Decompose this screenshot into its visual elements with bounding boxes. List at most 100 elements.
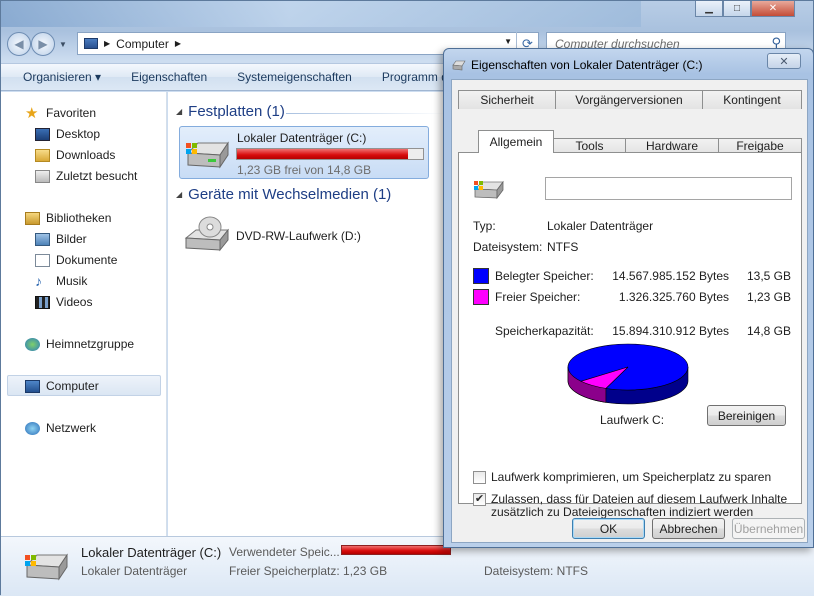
organize-button[interactable]: Organisieren ▾	[13, 70, 111, 84]
tab-tools[interactable]: Tools	[553, 138, 626, 153]
disk-usage-pie-chart	[567, 343, 689, 405]
details-usage-bar	[341, 545, 451, 555]
documents-icon	[35, 253, 50, 267]
forward-button[interactable]: ▶	[31, 32, 55, 56]
sidebar-label: Musik	[56, 274, 88, 288]
sidebar-label: Heimnetzgruppe	[46, 337, 135, 351]
address-dropdown-icon[interactable]: ▼	[504, 37, 512, 46]
apply-button[interactable]: Übernehmen	[732, 518, 805, 539]
cancel-button[interactable]: Abbrechen	[652, 518, 725, 539]
sidebar-item-homegroup[interactable]: Heimnetzgruppe	[25, 335, 134, 353]
close-button[interactable]: ✕	[751, 1, 795, 17]
sidebar-item-music[interactable]: ♪ Musik	[35, 272, 87, 290]
group-header-hard-disks[interactable]: ◢ Festplatten (1)	[176, 103, 285, 120]
window-controls: ▁ □ ✕	[695, 1, 795, 17]
allow-indexing-label-line2[interactable]: zusätzlich zu Dateieigenschaften indizie…	[491, 505, 753, 519]
maximize-button[interactable]: □	[723, 1, 751, 17]
hard-drive-icon	[452, 60, 466, 71]
filesystem-value: NTFS	[547, 240, 579, 254]
capacity-label: Speicherkapazität:	[495, 324, 594, 338]
type-label: Typ:	[473, 219, 496, 233]
properties-button[interactable]: Eigenschaften	[121, 70, 217, 84]
allow-indexing-checkbox[interactable]: ✔	[473, 493, 486, 506]
filesystem-label: Dateisystem:	[473, 240, 543, 254]
tab-quota[interactable]: Kontingent	[702, 90, 802, 109]
recent-places-icon	[35, 169, 50, 183]
sidebar-label: Downloads	[56, 148, 116, 162]
details-drive-name: Lokaler Datenträger (C:)	[81, 545, 222, 560]
drive-name-field[interactable]	[545, 177, 792, 200]
allow-indexing-label[interactable]: Zulassen, dass für Dateien auf diesem La…	[491, 492, 787, 506]
sidebar-item-libraries[interactable]: Bibliotheken	[25, 209, 111, 227]
capacity-gb: 14,8 GB	[746, 324, 791, 338]
group-divider	[286, 113, 446, 114]
drive-c-usage-fill	[237, 149, 408, 159]
sidebar-item-documents[interactable]: Dokumente	[35, 251, 117, 269]
sidebar-label: Bilder	[56, 232, 87, 246]
film-strip-icon	[35, 295, 50, 309]
recent-pages-dropdown[interactable]: ▼	[59, 40, 71, 49]
compress-drive-label[interactable]: Laufwerk komprimieren, um Speicherplatz …	[491, 470, 771, 484]
chevron-right-icon[interactable]: ▶	[104, 39, 110, 48]
sidebar-label: Zuletzt besucht	[56, 169, 138, 183]
ok-button[interactable]: OK	[572, 518, 645, 539]
sidebar-label: Dokumente	[56, 253, 118, 267]
sidebar-item-computer[interactable]: Computer	[25, 377, 99, 395]
downloads-folder-icon	[35, 148, 50, 162]
sidebar-label: Computer	[46, 379, 99, 393]
dialog-close-button[interactable]: ✕	[767, 53, 801, 69]
separator	[473, 313, 791, 314]
separator	[473, 259, 791, 260]
separator	[473, 435, 791, 436]
free-space-swatch	[473, 289, 489, 305]
tab-general[interactable]: Allgemein	[478, 130, 554, 153]
group-header-removable[interactable]: ◢ Geräte mit Wechselmedien (1)	[176, 186, 391, 203]
sidebar-item-downloads[interactable]: Downloads	[35, 146, 115, 164]
navigation-pane: ★ Favoriten Desktop Downloads Zuletzt be…	[1, 92, 167, 536]
music-note-icon: ♪	[35, 272, 42, 289]
sidebar-item-desktop[interactable]: Desktop	[35, 125, 100, 143]
group-title: Festplatten (1)	[188, 103, 285, 120]
drive-label: Laufwerk C:	[600, 413, 665, 427]
sidebar-item-pictures[interactable]: Bilder	[35, 230, 87, 248]
drive-c-free-text: 1,23 GB frei von 14,8 GB	[237, 163, 372, 177]
back-button[interactable]: ◀	[7, 32, 31, 56]
used-space-bytes: 14.567.985.152 Bytes	[612, 269, 729, 283]
dvd-drive-icon	[184, 216, 230, 252]
system-properties-button[interactable]: Systemeigenschaften	[227, 70, 362, 84]
details-type: Lokaler Datenträger	[81, 564, 188, 578]
hard-drive-icon	[186, 141, 229, 169]
sidebar-item-recent[interactable]: Zuletzt besucht	[35, 167, 137, 185]
dvd-drive-name[interactable]: DVD-RW-Laufwerk (D:)	[236, 229, 361, 243]
title-bar	[1, 1, 641, 27]
details-filesystem: Dateisystem: NTFS	[484, 564, 589, 578]
collapse-triangle-icon[interactable]: ◢	[176, 190, 182, 199]
computer-icon	[25, 379, 40, 393]
group-title: Geräte mit Wechselmedien (1)	[188, 186, 392, 203]
sidebar-item-videos[interactable]: Videos	[35, 293, 92, 311]
minimize-button[interactable]: ▁	[695, 1, 723, 17]
compress-drive-checkbox[interactable]	[473, 471, 486, 484]
tab-security[interactable]: Sicherheit	[458, 90, 556, 109]
hard-drive-icon	[474, 180, 504, 200]
breadcrumb-computer[interactable]: Computer	[116, 37, 169, 51]
tab-sharing[interactable]: Freigabe	[718, 138, 802, 153]
desktop-icon	[35, 127, 50, 141]
computer-icon	[84, 38, 98, 49]
properties-dialog: Eigenschaften von Lokaler Datenträger (C…	[443, 48, 814, 548]
chevron-right-icon[interactable]: ▶	[175, 39, 181, 48]
drive-c-tile[interactable]: Lokaler Datenträger (C:) 1,23 GB frei vo…	[179, 126, 429, 179]
capacity-bytes: 15.894.310.912 Bytes	[612, 324, 729, 338]
dialog-body: Sicherheit Vorgängerversionen Kontingent…	[451, 79, 808, 543]
tab-previous-versions[interactable]: Vorgängerversionen	[555, 90, 703, 109]
sidebar-item-favorites[interactable]: ★ Favoriten	[25, 104, 96, 122]
drive-c-usage-bar	[236, 148, 424, 160]
details-used-label: Verwendeter Speic...	[229, 545, 340, 559]
collapse-triangle-icon[interactable]: ◢	[176, 107, 182, 116]
tab-hardware[interactable]: Hardware	[625, 138, 719, 153]
type-value: Lokaler Datenträger	[547, 219, 654, 233]
disk-cleanup-button[interactable]: Bereinigen	[707, 405, 786, 426]
drive-c-name: Lokaler Datenträger (C:)	[237, 131, 367, 145]
sidebar-item-network[interactable]: Netzwerk	[25, 419, 96, 437]
separator	[473, 209, 791, 210]
